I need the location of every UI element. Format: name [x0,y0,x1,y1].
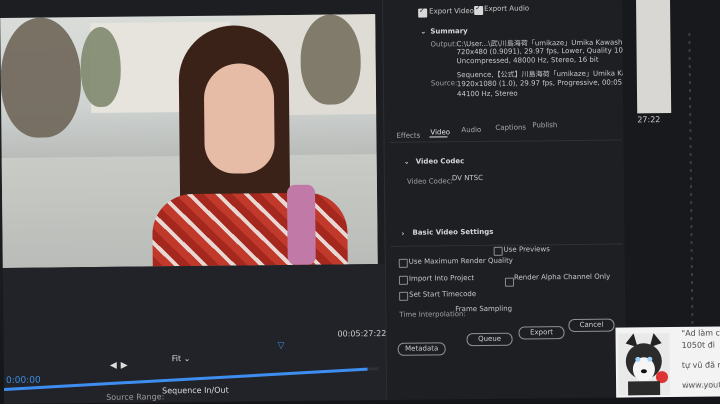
tab-video[interactable]: Video [430,128,450,136]
tree [80,26,122,108]
basic-settings-header: Basic Video Settings [412,227,494,237]
use-previews-label: Use Previews [503,245,550,254]
husky-icon [617,333,671,396]
render-alpha-checkbox[interactable] [504,277,515,287]
duration-timecode: 00:05:27:22 [337,328,387,339]
start-timecode-checkbox[interactable] [399,291,409,301]
start-timecode-label: Set Start Timecode [409,290,477,299]
import-project-label: Import Into Project [408,274,475,283]
person-face [203,63,275,174]
export-audio-label: Export Audio [484,4,530,13]
tab-audio[interactable]: Audio [461,126,481,134]
edge-timecode: 27:22 [637,115,661,125]
basic-settings-chevron-icon[interactable]: › [401,230,404,238]
screen: 00:05:27:22 ▽ ◀▶ Fit ⌄ 0:00:00 Source Ra… [0,0,720,404]
source-label: Source: [430,79,458,88]
use-previews-checkbox[interactable] [493,246,503,256]
export-video-label: Export Video [429,7,474,16]
summary-chevron-icon[interactable]: ⌄ [420,28,426,36]
export-video-checkbox[interactable] [418,8,428,18]
metadata-button[interactable]: Metadata [397,342,446,356]
output-audio-specs: Uncompressed, 48000 Hz, Stereo, 16 bit [456,55,599,66]
video-preview [0,14,378,268]
export-audio-checkbox[interactable] [474,5,484,16]
timeline-thumbnail [635,0,672,114]
source-range-select[interactable]: Sequence In/Out [162,386,229,396]
tab-effects[interactable]: Effects [396,132,420,140]
summary-header: Summary [430,27,468,36]
video-codec-label: Video Codec: [406,177,453,186]
current-timecode: 0:00:00 [5,375,41,386]
preview-pane: 00:05:27:22 ▽ ◀▶ Fit ⌄ 0:00:00 Source Ra… [0,0,397,404]
source-range-label: Source Range: [106,392,165,402]
render-alpha-label: Render Alpha Channel Only [513,272,611,282]
cancel-button[interactable]: Cancel [568,318,615,333]
time-interpolation-select[interactable]: Frame Sampling [455,305,512,314]
source-audio-specs: 44100 Hz, Stereo [456,89,518,99]
zoom-fit-select[interactable]: Fit ⌄ [172,354,191,363]
active-tab-indicator [429,136,448,138]
person-shirt [152,192,348,268]
queue-button[interactable]: Queue [466,332,513,347]
video-codec-select[interactable]: DV NTSC [452,174,483,182]
tree [300,14,362,105]
max-render-checkbox[interactable] [398,258,408,268]
activate-watermark: Activate [684,380,720,391]
tree [0,17,82,138]
display-content: 00:05:27:22 ▽ ◀▶ Fit ⌄ 0:00:00 Source Ra… [0,0,720,404]
output-label: Output: [430,40,458,49]
tab-publish[interactable]: Publish [532,121,557,129]
video-codec-header: Video Codec [415,157,465,166]
max-render-label: Use Maximum Render Quality [408,256,513,266]
export-button[interactable]: Export [518,326,565,340]
ad-text-line: tự vũ đã nhậ [681,360,720,370]
tab-captions[interactable]: Captions [495,123,526,131]
step-icons[interactable]: ◀▶ [110,361,132,371]
import-project-checkbox[interactable] [398,275,409,285]
fit-label: Fit [171,354,182,364]
ad-text-line: "Ad làm c [681,328,720,338]
ad-text-line: 1050t đi [681,340,716,350]
video-codec-chevron-icon[interactable]: ⌄ [404,158,410,166]
backpack-strap [286,184,316,266]
playhead-icon[interactable]: ▽ [278,341,285,351]
